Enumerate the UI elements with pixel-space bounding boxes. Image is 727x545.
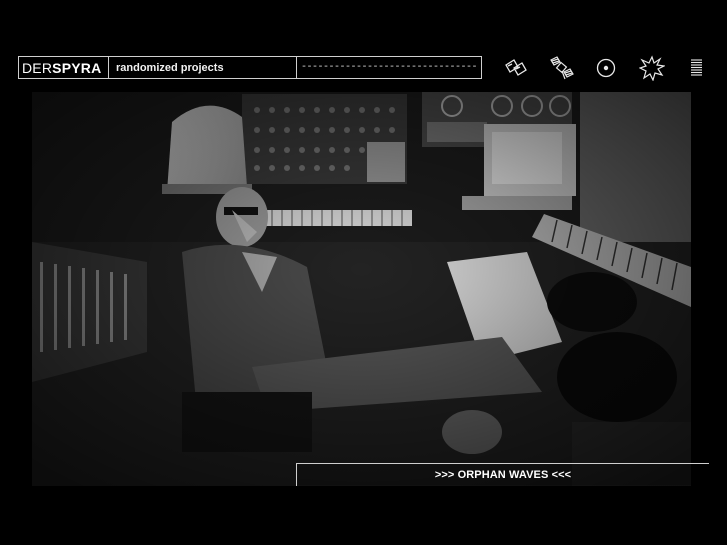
site-tagline: randomized projects	[109, 57, 297, 78]
logo-prefix: DER	[22, 59, 53, 76]
satellite-icon[interactable]	[548, 55, 576, 81]
site-logo[interactable]: DER SPYRA	[19, 57, 109, 78]
photo-caption[interactable]: >>> ORPHAN WAVES <<<	[297, 464, 709, 485]
hero-photo	[32, 92, 691, 486]
header-bar: DER SPYRA randomized projects -----------…	[18, 56, 482, 79]
sampler-icon[interactable]	[502, 55, 530, 81]
starburst-icon[interactable]	[638, 55, 666, 81]
menu-icon[interactable]	[683, 55, 711, 81]
nav-icons	[500, 55, 710, 81]
logo-main: SPYRA	[52, 59, 102, 76]
studio-scene-image	[32, 92, 691, 486]
search-field[interactable]: --------------------------------	[297, 57, 481, 78]
disc-icon[interactable]	[592, 55, 620, 81]
